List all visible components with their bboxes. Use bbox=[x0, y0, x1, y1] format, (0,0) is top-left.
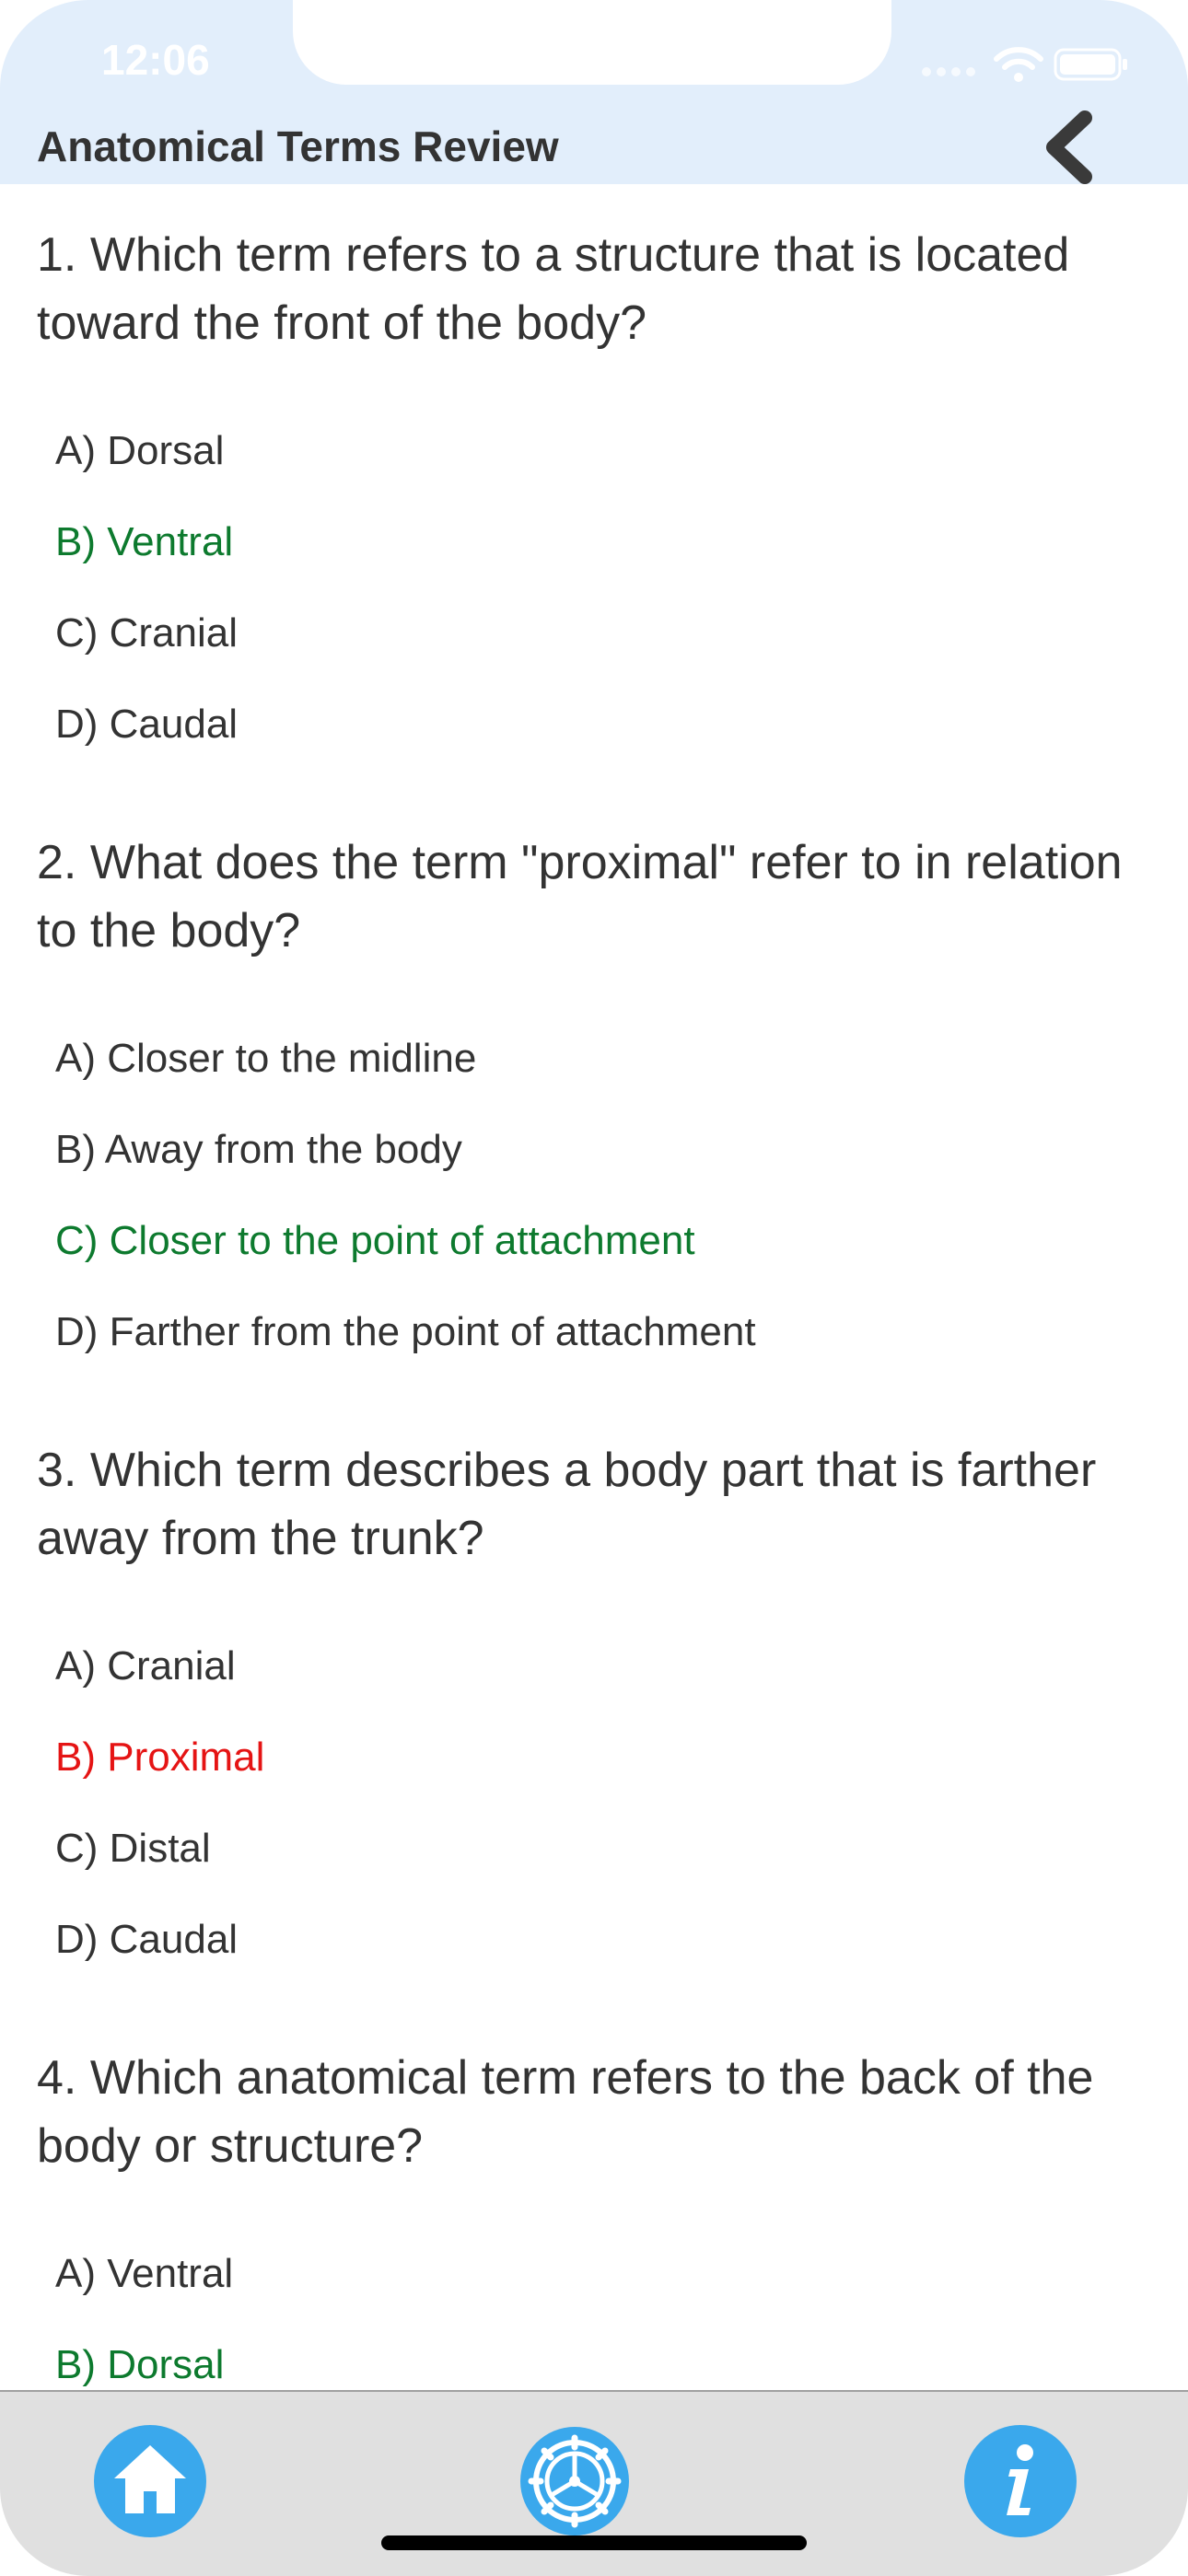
app-header: 12:06 Anatomical Terms Review bbox=[0, 0, 1188, 184]
answer-option[interactable]: A) Closer to the midline bbox=[37, 1031, 1160, 1122]
answer-option[interactable]: C) Closer to the point of attachment bbox=[37, 1213, 1160, 1305]
question-text: 2. What does the term "proximal" refer t… bbox=[37, 836, 1123, 957]
signal-icon bbox=[922, 67, 975, 76]
status-time: 12:06 bbox=[101, 36, 210, 84]
question-card-4: 4. Which anatomical term refers to the b… bbox=[37, 2044, 1160, 2390]
answer-option[interactable]: D) Caudal bbox=[37, 697, 1160, 788]
home-button[interactable] bbox=[94, 2425, 206, 2537]
info-button[interactable] bbox=[964, 2425, 1077, 2537]
answer-list: A) Cranial B) Proximal C) Distal D) Caud… bbox=[37, 1639, 1160, 2003]
answer-option[interactable]: C) Cranial bbox=[37, 606, 1160, 697]
settings-wheel-icon bbox=[528, 2434, 622, 2528]
home-icon bbox=[114, 2445, 186, 2513]
answer-option[interactable]: A) Cranial bbox=[37, 1639, 1160, 1730]
question-card-2: 2. What does the term "proximal" refer t… bbox=[37, 829, 1160, 1396]
question-list[interactable]: 1. Which term refers to a structure that… bbox=[0, 184, 1188, 2390]
answer-list: A) Ventral B) Dorsal bbox=[37, 2246, 1160, 2390]
answer-list: A) Dorsal B) Ventral C) Cranial D) Cauda… bbox=[37, 424, 1160, 788]
answer-option[interactable]: B) Dorsal bbox=[37, 2338, 1160, 2390]
answer-option[interactable]: D) Farther from the point of attachment bbox=[37, 1305, 1160, 1396]
answer-option[interactable]: A) Dorsal bbox=[37, 424, 1160, 515]
info-icon bbox=[1007, 2444, 1033, 2515]
answer-option[interactable]: A) Ventral bbox=[37, 2246, 1160, 2338]
question-card-3: 3. Which term describes a body part that… bbox=[37, 1436, 1160, 2003]
chevron-left-icon bbox=[1046, 110, 1092, 184]
status-icons bbox=[919, 44, 1131, 85]
answer-option[interactable]: C) Distal bbox=[37, 1821, 1160, 1912]
settings-button[interactable] bbox=[520, 2427, 629, 2535]
answer-list: A) Closer to the midline B) Away from th… bbox=[37, 1031, 1160, 1396]
device-notch bbox=[293, 0, 891, 85]
home-indicator bbox=[381, 2535, 807, 2550]
answer-option[interactable]: D) Caudal bbox=[37, 1912, 1160, 2003]
answer-option[interactable]: B) Ventral bbox=[37, 515, 1160, 606]
battery-icon bbox=[1054, 48, 1127, 81]
question-text: 4. Which anatomical term refers to the b… bbox=[37, 2051, 1094, 2173]
question-card-1: 1. Which term refers to a structure that… bbox=[37, 221, 1160, 788]
back-button[interactable] bbox=[1041, 110, 1100, 184]
answer-option[interactable]: B) Proximal bbox=[37, 1730, 1160, 1821]
wifi-icon bbox=[994, 47, 1043, 82]
answer-option[interactable]: B) Away from the body bbox=[37, 1122, 1160, 1213]
question-text: 1. Which term refers to a structure that… bbox=[37, 228, 1070, 350]
question-text: 3. Which term describes a body part that… bbox=[37, 1444, 1097, 1565]
page-title: Anatomical Terms Review bbox=[37, 122, 559, 170]
